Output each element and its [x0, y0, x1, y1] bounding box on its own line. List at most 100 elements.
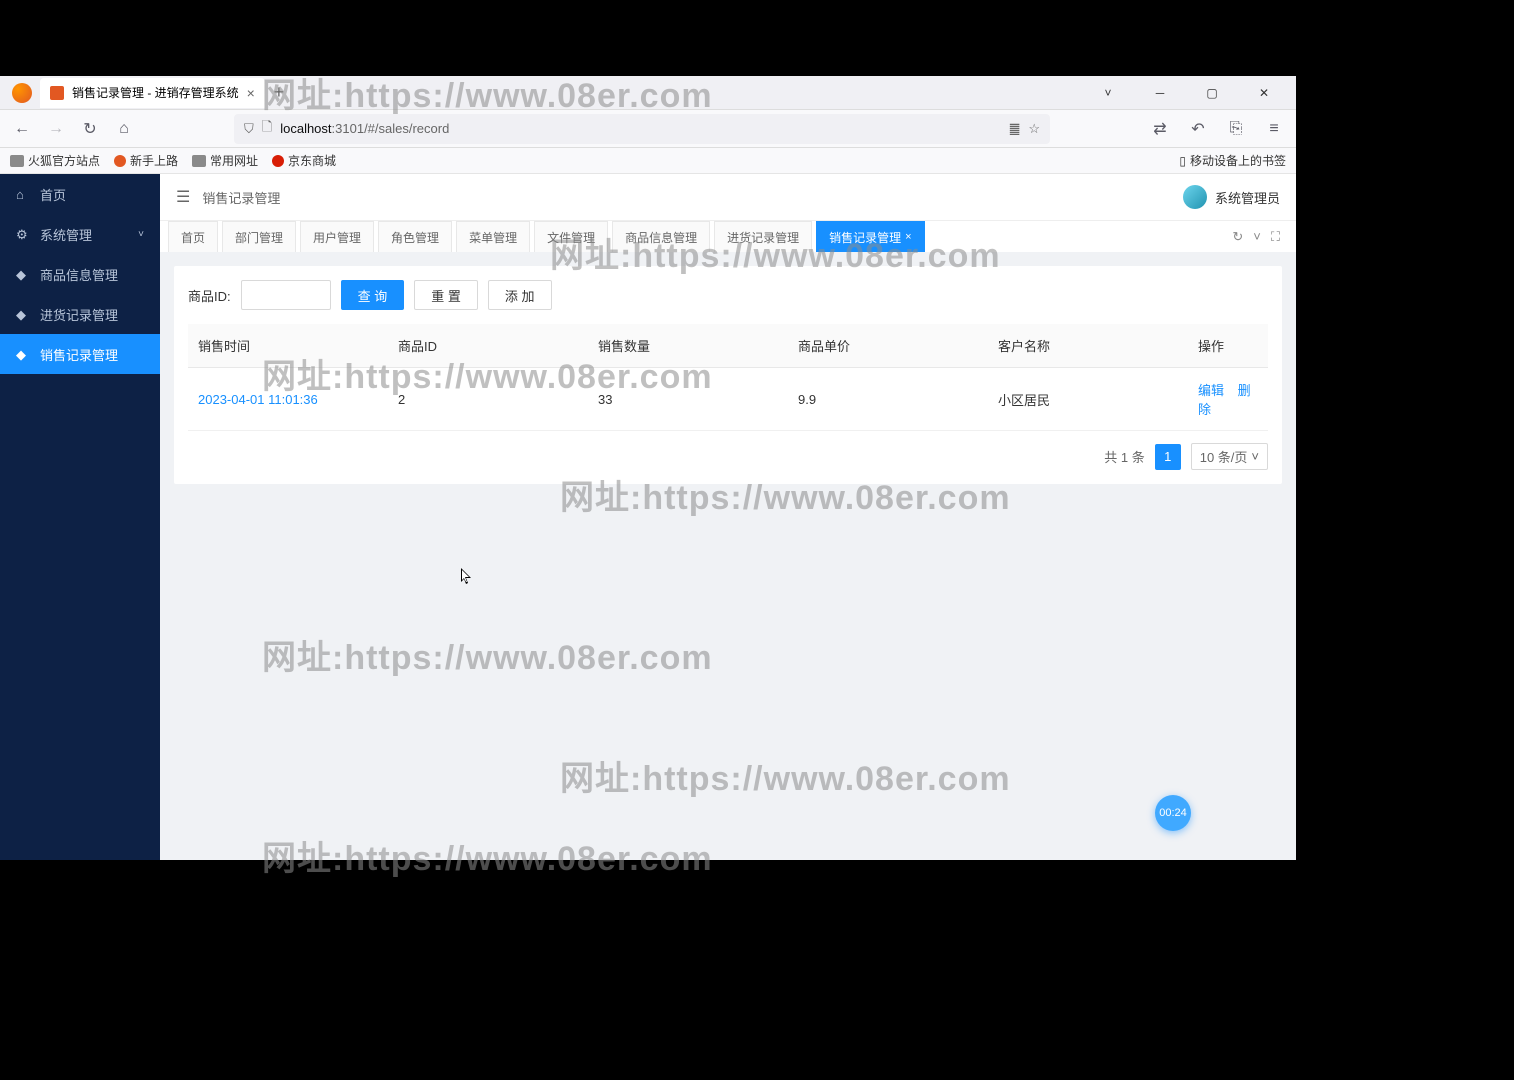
menu-button[interactable]: ≡: [1260, 115, 1288, 143]
tag-icon: ◆: [16, 307, 30, 321]
avatar: [1183, 185, 1207, 209]
download-icon[interactable]: ⎘: [1222, 115, 1250, 143]
sidebar-item-system[interactable]: ⚙ 系统管理 ˅: [0, 214, 160, 254]
sidebar-item-label: 销售记录管理: [40, 345, 118, 364]
sidebar-item-home[interactable]: ⌂ 首页: [0, 174, 160, 214]
col-qty: 销售数量: [588, 324, 788, 368]
tab-file[interactable]: 文件管理: [534, 221, 608, 252]
extension-icon[interactable]: ⇄: [1146, 115, 1174, 143]
home-button[interactable]: ⌂: [110, 115, 138, 143]
home-icon: ⌂: [16, 187, 30, 201]
shield-icon: ⛉: [244, 121, 254, 137]
star-icon[interactable]: ☆: [1028, 121, 1040, 137]
query-button[interactable]: 查 询: [341, 280, 405, 310]
close-icon[interactable]: ×: [905, 231, 911, 243]
bookmark-item[interactable]: 新手上路: [114, 152, 178, 169]
sidebar-item-sales[interactable]: ◆ 销售记录管理: [0, 334, 160, 374]
undo-icon[interactable]: ↶: [1184, 115, 1212, 143]
content: 商品ID: 查 询 重 置 添 加 销售时间 商品ID 销售数量 商品单: [160, 252, 1296, 860]
bookmark-mobile[interactable]: ▯移动设备上的书签: [1179, 152, 1286, 169]
tab-home[interactable]: 首页: [168, 221, 218, 252]
browser-tab[interactable]: 销售记录管理 - 进销存管理系统 ×: [40, 78, 265, 108]
sidebar-item-purchase[interactable]: ◆ 进货记录管理: [0, 294, 160, 334]
cell-qty: 33: [588, 368, 788, 431]
col-pid: 商品ID: [388, 324, 588, 368]
tag-icon: ◆: [16, 267, 30, 281]
tab-close-icon[interactable]: ×: [247, 85, 255, 101]
app-container: ⌂ 首页 ⚙ 系统管理 ˅ ◆ 商品信息管理 ◆ 进货记录管理 ◆ 销售记录管理: [0, 174, 1296, 860]
chevron-down-icon: ˅: [1251, 449, 1259, 464]
mobile-icon: ▯: [1179, 154, 1186, 168]
pagination: 共 1 条 1 10 条/页 ˅: [188, 443, 1268, 470]
forward-button[interactable]: →: [42, 115, 70, 143]
tabs-dropdown-button[interactable]: ˅: [1253, 229, 1261, 244]
sidebar: ⌂ 首页 ⚙ 系统管理 ˅ ◆ 商品信息管理 ◆ 进货记录管理 ◆ 销售记录管理: [0, 174, 160, 860]
cell-pid: 2: [388, 368, 588, 431]
url-bar[interactable]: ⛉ 🗋 localhost:3101/#/sales/record ䷀ ☆: [234, 114, 1050, 144]
page-size-select[interactable]: 10 条/页 ˅: [1191, 443, 1268, 470]
tab-favicon-icon: [50, 86, 64, 100]
main-area: ☰ 销售记录管理 系统管理员 首页 部门管理 用户管理 角色管理 菜单管理 文件…: [160, 174, 1296, 860]
sidebar-item-label: 商品信息管理: [40, 265, 118, 284]
cell-time[interactable]: 2023-04-01 11:01:36: [198, 392, 318, 407]
col-price: 商品单价: [788, 324, 988, 368]
chevron-down-icon[interactable]: ˅: [1088, 78, 1128, 108]
tab-purchase[interactable]: 进货记录管理: [714, 221, 812, 252]
close-button[interactable]: ✕: [1244, 78, 1284, 108]
sidebar-item-label: 首页: [40, 185, 66, 204]
tag-icon: ◆: [16, 347, 30, 361]
search-row: 商品ID: 查 询 重 置 添 加: [188, 280, 1268, 310]
page-number[interactable]: 1: [1155, 444, 1181, 470]
url-host: localhost: [280, 121, 331, 136]
browser-titlebar: 销售记录管理 - 进销存管理系统 × + ˅ ─ ▢ ✕: [0, 76, 1296, 110]
bookmark-item[interactable]: 京东商城: [272, 152, 336, 169]
reset-button[interactable]: 重 置: [414, 280, 478, 310]
panel: 商品ID: 查 询 重 置 添 加 销售时间 商品ID 销售数量 商品单: [174, 266, 1282, 484]
breadcrumb: 销售记录管理: [202, 188, 280, 207]
folder-icon: [10, 155, 24, 167]
favicon-icon: [114, 155, 126, 167]
back-button[interactable]: ←: [8, 115, 36, 143]
bookmark-item[interactable]: 火狐官方站点: [10, 152, 100, 169]
url-path: :3101/#/sales/record: [332, 121, 450, 136]
tab-product[interactable]: 商品信息管理: [612, 221, 710, 252]
cell-customer: 小区居民: [988, 368, 1188, 431]
firefox-logo-icon: [12, 83, 32, 103]
lock-icon: 🗋: [262, 118, 272, 140]
maximize-button[interactable]: ▢: [1192, 78, 1232, 108]
tab-role[interactable]: 角色管理: [378, 221, 452, 252]
page-tabs: 首页 部门管理 用户管理 角色管理 菜单管理 文件管理 商品信息管理 进货记录管…: [160, 220, 1296, 252]
timer-badge: 00:24: [1155, 795, 1191, 831]
favicon-icon: [272, 155, 284, 167]
col-action: 操作: [1188, 324, 1268, 368]
username: 系统管理员: [1215, 188, 1280, 207]
topbar: ☰ 销售记录管理 系统管理员: [160, 174, 1296, 220]
reader-icon[interactable]: ䷀: [1009, 121, 1021, 137]
product-id-input[interactable]: [241, 280, 331, 310]
bookmark-bar: 火狐官方站点 新手上路 常用网址 京东商城 ▯移动设备上的书签: [0, 148, 1296, 174]
browser-toolbar: ← → ↻ ⌂ ⛉ 🗋 localhost:3101/#/sales/recor…: [0, 110, 1296, 148]
cell-price: 9.9: [788, 368, 988, 431]
pagination-total: 共 1 条: [1104, 447, 1144, 466]
chevron-down-icon: ˅: [138, 229, 144, 240]
reload-button[interactable]: ↻: [76, 115, 104, 143]
user-area[interactable]: 系统管理员: [1183, 185, 1280, 209]
edit-link[interactable]: 编辑: [1198, 383, 1224, 398]
new-tab-button[interactable]: +: [265, 79, 293, 107]
folder-icon: [192, 155, 206, 167]
collapse-sidebar-button[interactable]: ☰: [176, 187, 190, 207]
sidebar-item-label: 进货记录管理: [40, 305, 118, 324]
fullscreen-button[interactable]: ⛶: [1271, 229, 1280, 245]
refresh-tabs-button[interactable]: ↻: [1232, 229, 1243, 245]
minimize-button[interactable]: ─: [1140, 78, 1180, 108]
sales-table: 销售时间 商品ID 销售数量 商品单价 客户名称 操作 2023-04-01 1…: [188, 324, 1268, 431]
sidebar-item-products[interactable]: ◆ 商品信息管理: [0, 254, 160, 294]
tab-sales[interactable]: 销售记录管理×: [816, 221, 924, 252]
tab-dept[interactable]: 部门管理: [222, 221, 296, 252]
add-button[interactable]: 添 加: [488, 280, 552, 310]
browser-window: 销售记录管理 - 进销存管理系统 × + ˅ ─ ▢ ✕ ← → ↻ ⌂ ⛉ 🗋…: [0, 76, 1296, 860]
bookmark-item[interactable]: 常用网址: [192, 152, 258, 169]
tab-user[interactable]: 用户管理: [300, 221, 374, 252]
tab-menu[interactable]: 菜单管理: [456, 221, 530, 252]
table-header-row: 销售时间 商品ID 销售数量 商品单价 客户名称 操作: [188, 324, 1268, 368]
